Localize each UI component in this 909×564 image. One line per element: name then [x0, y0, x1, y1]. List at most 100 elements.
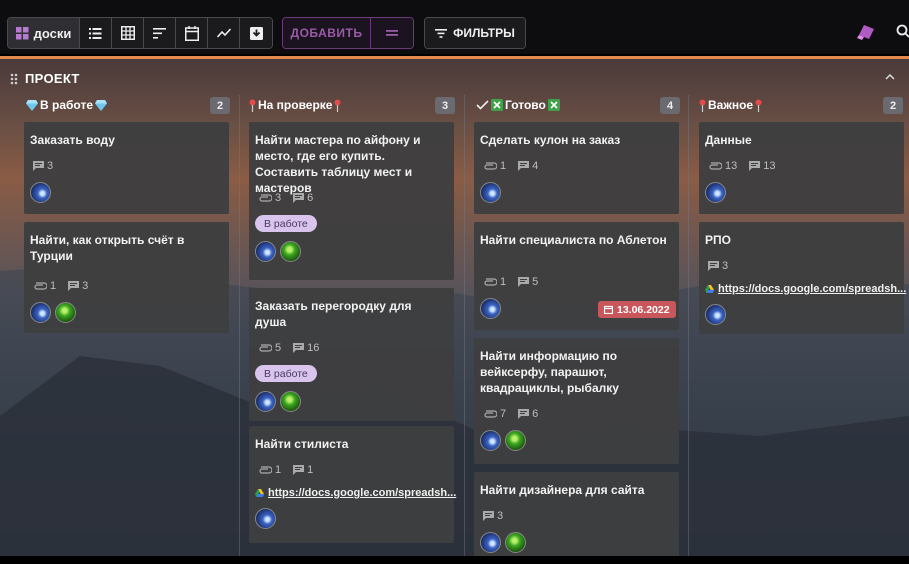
card-assignees [30, 302, 76, 323]
drag-handle-icon[interactable] [10, 73, 18, 85]
search-icon[interactable] [896, 24, 909, 43]
avatar[interactable] [505, 430, 526, 451]
card-count-badge: 2 [883, 97, 903, 114]
eraser-icon[interactable] [857, 24, 875, 45]
filters-label: ФИЛЬТРЫ [453, 26, 515, 40]
card-link[interactable]: https://docs.google.com/spreadsh... [255, 487, 456, 499]
attachment-count: 1 [500, 160, 507, 172]
comment-icon [518, 277, 530, 287]
avatar[interactable] [55, 302, 76, 323]
calendar-view-button[interactable] [176, 18, 208, 48]
sort-view-button[interactable] [144, 18, 176, 48]
filters-button[interactable]: ФИЛЬТРЫ [425, 18, 525, 48]
table-icon [120, 26, 135, 40]
card-meta: 1 4 [483, 160, 546, 172]
card-meta: 3 [483, 510, 511, 522]
card-link-text: https://docs.google.com/spreadsh... [718, 283, 907, 295]
table-view-button[interactable] [112, 18, 144, 48]
sort-icon [153, 27, 166, 39]
avatar[interactable] [705, 182, 726, 203]
task-card[interactable]: РПО 3 https://docs.google.com/spreadsh..… [699, 222, 906, 334]
card-link-text: https://docs.google.com/spreadsh... [268, 487, 457, 499]
avatar[interactable] [480, 430, 501, 451]
task-card[interactable]: Найти, как открыть счёт в Турции 1 3 [24, 222, 229, 333]
add-button[interactable]: ДОБАВИТЬ [283, 18, 371, 48]
status-badge[interactable]: В работе [255, 215, 317, 232]
attachment-count: 1 [275, 464, 282, 476]
task-card[interactable]: Заказать перегородку для душа 5 16 В раб… [249, 288, 454, 421]
timeline-view-button[interactable] [208, 18, 240, 48]
avatar[interactable] [705, 304, 726, 325]
task-card[interactable]: Заказать воду 3 [24, 122, 229, 214]
task-card[interactable]: Сделать кулон на заказ 1 4 [474, 122, 679, 214]
comment-count: 3 [497, 510, 504, 522]
column-title-text: На проверке [258, 98, 333, 112]
column-done: Готово 4 Сделать кулон на заказ 1 4 Найт… [474, 93, 699, 556]
filters-group: ФИЛЬТРЫ [424, 17, 526, 49]
avatar[interactable] [255, 241, 276, 262]
column-title[interactable]: Важное [699, 98, 762, 112]
column-title[interactable]: Готово [476, 98, 560, 112]
card-count-badge: 4 [660, 97, 680, 114]
avatar[interactable] [480, 182, 501, 203]
task-card[interactable]: Найти информацию по вейксерфу, парашют, … [474, 338, 679, 464]
task-card[interactable]: Найти дизайнера для сайта 3 [474, 472, 679, 556]
task-card[interactable]: Найти специалиста по Аблетон 1 5 13.06.2… [474, 222, 679, 330]
archive-view-button[interactable] [240, 18, 272, 48]
avatar[interactable] [280, 241, 301, 262]
top-toolbar: доски ДОБАВИТЬ ФИЛЬТРЫ [0, 0, 909, 54]
due-date-text: 13.06.2022 [617, 303, 670, 316]
add-options-button[interactable] [371, 18, 413, 48]
avatar[interactable] [505, 532, 526, 553]
card-meta: 1 3 [33, 280, 96, 292]
comment-count: 6 [307, 192, 314, 204]
column-title-text: В работе [40, 98, 93, 112]
card-assignees [705, 182, 726, 203]
comment-icon [708, 261, 719, 271]
card-assignees [30, 182, 51, 203]
status-badge[interactable]: В работе [255, 365, 317, 382]
column-header: В работе 2 [24, 95, 249, 115]
column-important: Важное 2 Данные 13 13 РПО 3 https://docs… [699, 93, 909, 556]
column-title-text: Готово [505, 98, 546, 112]
avatar[interactable] [30, 182, 51, 203]
task-card[interactable]: Данные 13 13 [699, 122, 904, 214]
task-card[interactable]: Найти стилиста 1 1 https://docs.google.c… [249, 426, 456, 543]
avatar[interactable] [480, 298, 501, 319]
avatar[interactable] [280, 391, 301, 412]
card-title: Заказать перегородку для душа [255, 299, 412, 329]
task-card[interactable]: Найти мастера по айфону и место, где его… [249, 122, 454, 280]
avatar[interactable] [30, 302, 51, 323]
boards-view-button[interactable]: доски [8, 18, 80, 48]
list-view-button[interactable] [80, 18, 112, 48]
filter-icon [435, 28, 448, 38]
google-drive-icon [255, 489, 264, 497]
due-date-badge[interactable]: 13.06.2022 [598, 301, 676, 318]
pin-icon [334, 99, 341, 112]
chevron-up-icon[interactable] [885, 73, 895, 80]
avatar[interactable] [480, 532, 501, 553]
card-meta: 1 5 [483, 276, 546, 288]
card-title: Сделать кулон на заказ [480, 133, 621, 147]
avatar[interactable] [255, 508, 276, 529]
card-link[interactable]: https://docs.google.com/spreadsh... [705, 283, 906, 295]
card-meta: 3 [708, 260, 736, 272]
comment-count: 4 [532, 160, 539, 172]
column-in-progress: В работе 2 Заказать воду 3 Найти, как от… [24, 93, 249, 556]
comment-icon [749, 161, 761, 171]
column-title-text: Важное [708, 98, 754, 112]
comment-icon [293, 465, 305, 475]
card-assignees [255, 241, 301, 262]
card-count-badge: 3 [435, 97, 455, 114]
card-title: Найти мастера по айфону и место, где его… [255, 133, 421, 195]
comment-icon [68, 281, 80, 291]
comment-count: 6 [532, 408, 539, 420]
add-button-group: ДОБАВИТЬ [282, 17, 414, 49]
google-drive-icon [705, 285, 714, 293]
diamond-icon [26, 99, 38, 111]
column-title[interactable]: На проверке [249, 98, 341, 112]
avatar[interactable] [255, 391, 276, 412]
calendar-icon [184, 25, 199, 41]
comment-count: 5 [532, 276, 539, 288]
column-title[interactable]: В работе [26, 98, 107, 112]
